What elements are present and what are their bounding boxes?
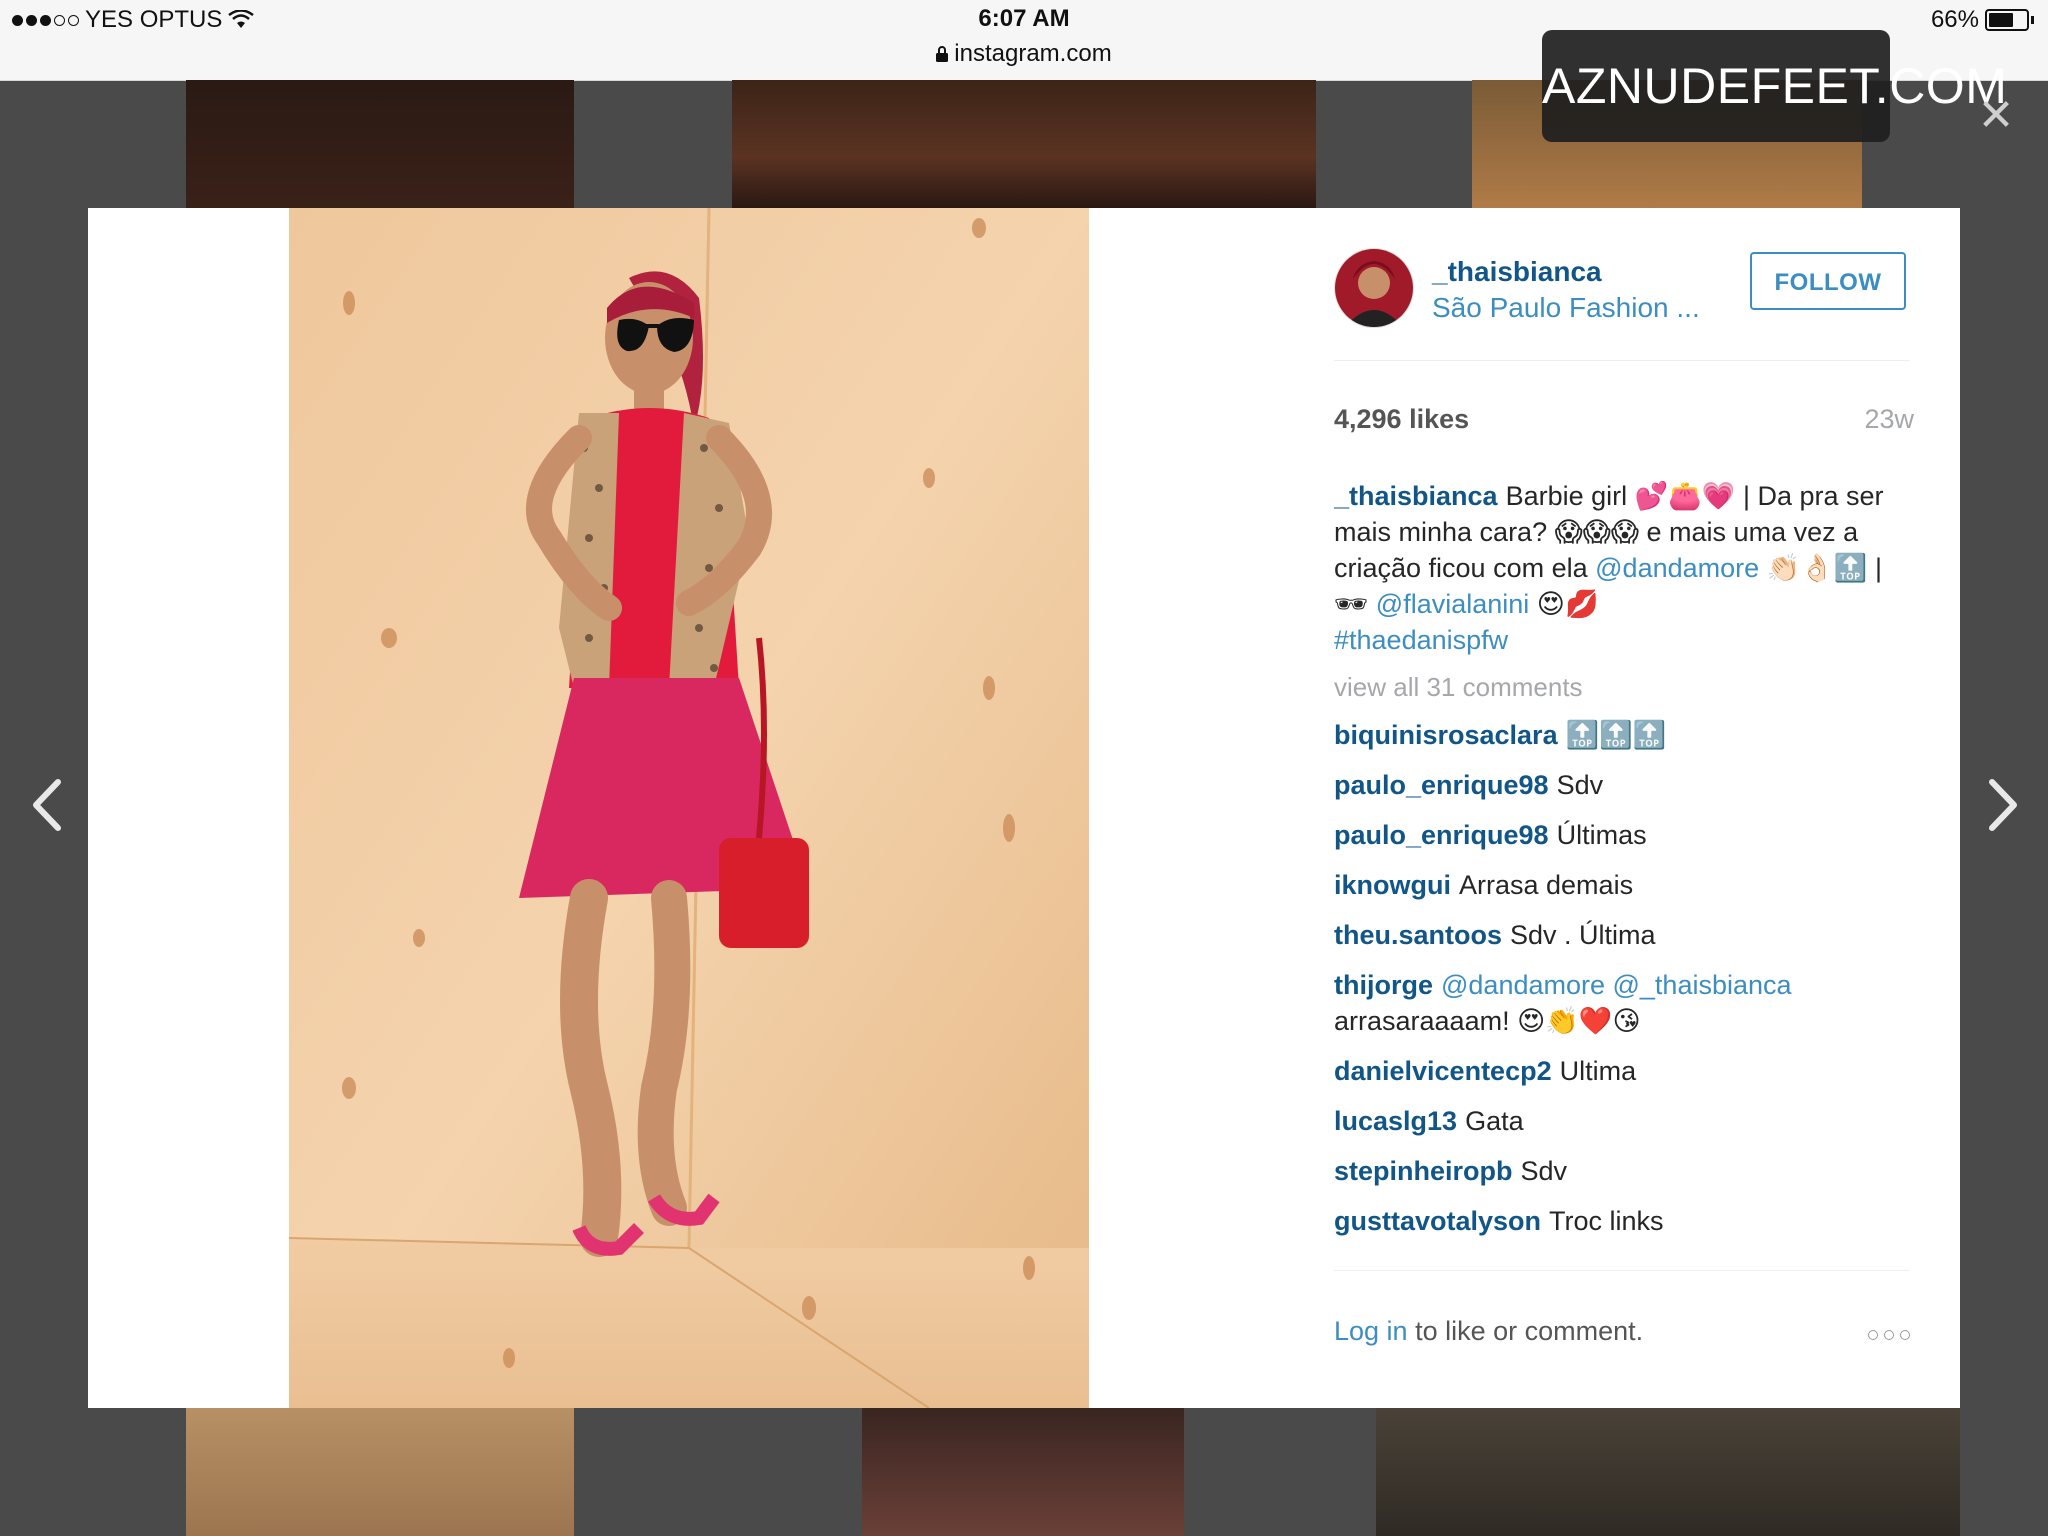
follow-button[interactable]: FOLLOW: [1750, 252, 1906, 310]
comment-text: arrasaraaaam! 😍👏❤️😘: [1334, 1006, 1641, 1036]
chevron-right-icon[interactable]: [1970, 770, 2030, 840]
login-prompt: Log in to like or comment.: [1334, 1316, 1643, 1347]
login-prompt-text: to like or comment.: [1415, 1316, 1644, 1346]
comment-username[interactable]: lucaslg13: [1334, 1106, 1457, 1136]
comment-text: Últimas: [1556, 820, 1647, 850]
post-age[interactable]: 23w: [1864, 404, 1914, 435]
comment-username[interactable]: theu.santoos: [1334, 920, 1502, 950]
background-thumbnail[interactable]: [186, 80, 574, 208]
comment-text: Sdv: [1520, 1156, 1568, 1186]
likes-count[interactable]: 4,296 likes: [1334, 404, 1469, 435]
caption-mention-2[interactable]: @flavialanini: [1376, 589, 1529, 619]
battery-nub: [2031, 16, 2034, 24]
comment-username[interactable]: paulo_enrique98: [1334, 820, 1549, 850]
avatar[interactable]: [1334, 248, 1414, 328]
view-all-comments-link[interactable]: view all 31 comments: [1334, 672, 1910, 703]
post-header: _thaisbianca São Paulo Fashion ... FOLLO…: [1334, 244, 1914, 332]
comment-mention[interactable]: @dandamore @_thaisbianca: [1441, 970, 1792, 1000]
post-footer: Log in to like or comment.: [1334, 1316, 1910, 1356]
comment-text: 🔝🔝🔝: [1565, 720, 1667, 750]
comment-text: Sdv . Última: [1510, 920, 1656, 950]
comment-text: Troc links: [1549, 1206, 1664, 1236]
comment-item: iknowgui Arrasa demais: [1334, 867, 1910, 903]
caption: _thaisbianca Barbie girl 💕👛💗 | Da pra ser…: [1334, 478, 1910, 658]
background-thumbnail[interactable]: [732, 80, 1316, 208]
post-modal: _thaisbianca São Paulo Fashion ... FOLLO…: [88, 208, 1960, 1408]
comment-text: Gata: [1465, 1106, 1524, 1136]
divider: [1334, 360, 1910, 361]
divider: [1334, 1270, 1910, 1271]
comment-list: biquinisrosaclara 🔝🔝🔝 paulo_enrique98 Sdv pa…: [1334, 717, 1910, 1239]
battery-level: [1989, 13, 2013, 27]
background-thumbnail[interactable]: [862, 1408, 1184, 1536]
post-photo[interactable]: [289, 208, 1089, 1408]
comment-item: biquinisrosaclara 🔝🔝🔝: [1334, 717, 1910, 753]
post-username[interactable]: _thaisbianca: [1432, 256, 1602, 288]
comment-text: Arrasa demais: [1459, 870, 1634, 900]
comment-item: danielvicentecp2 Ultima: [1334, 1053, 1910, 1089]
comment-username[interactable]: stepinheiropb: [1334, 1156, 1513, 1186]
chevron-left-icon[interactable]: [20, 770, 80, 840]
comment-username[interactable]: iknowgui: [1334, 870, 1451, 900]
background-thumbnail[interactable]: [186, 1408, 574, 1536]
battery-icon: [1985, 9, 2029, 31]
caption-hashtag[interactable]: #thaedanispfw: [1334, 625, 1508, 655]
caption-username[interactable]: _thaisbianca: [1334, 481, 1498, 511]
comment-item: gusttavotalyson Troc links: [1334, 1203, 1910, 1239]
more-options-icon[interactable]: [1868, 1330, 1910, 1340]
login-link[interactable]: Log in: [1334, 1316, 1408, 1346]
close-icon[interactable]: ✕: [1972, 92, 2020, 140]
comment-item: paulo_enrique98 Sdv: [1334, 767, 1910, 803]
caption-mention-1[interactable]: @dandamore: [1595, 553, 1759, 583]
comment-username[interactable]: paulo_enrique98: [1334, 770, 1549, 800]
battery-percent: 66%: [1930, 6, 1979, 33]
comment-text: Ultima: [1559, 1056, 1637, 1086]
post-sidebar: _thaisbianca São Paulo Fashion ... FOLLO…: [1334, 208, 1914, 1408]
watermark: AZNUDEFEET.COM: [1542, 30, 2007, 142]
status-right: 66%: [1931, 6, 2034, 34]
lock-icon: [936, 46, 949, 62]
caption-text-3: 😍💋: [1536, 589, 1599, 619]
comment-text: Sdv: [1556, 770, 1604, 800]
comment-item: theu.santoos Sdv . Última: [1334, 917, 1910, 953]
comment-username[interactable]: danielvicentecp2: [1334, 1056, 1552, 1086]
clock: 6:07 AM: [978, 5, 1070, 32]
url-text: instagram.com: [954, 40, 1112, 67]
comment-username[interactable]: gusttavotalyson: [1334, 1206, 1541, 1236]
comment-username[interactable]: biquinisrosaclara: [1334, 720, 1558, 750]
comment-item: thijorge @dandamore @_thaisbianca arrasara…: [1334, 967, 1910, 1039]
comment-item: lucaslg13 Gata: [1334, 1103, 1910, 1139]
comment-item: stepinheiropb Sdv: [1334, 1153, 1910, 1189]
comment-item: paulo_enrique98 Últimas: [1334, 817, 1910, 853]
comment-username[interactable]: thijorge: [1334, 970, 1433, 1000]
post-location[interactable]: São Paulo Fashion ...: [1432, 292, 1700, 324]
